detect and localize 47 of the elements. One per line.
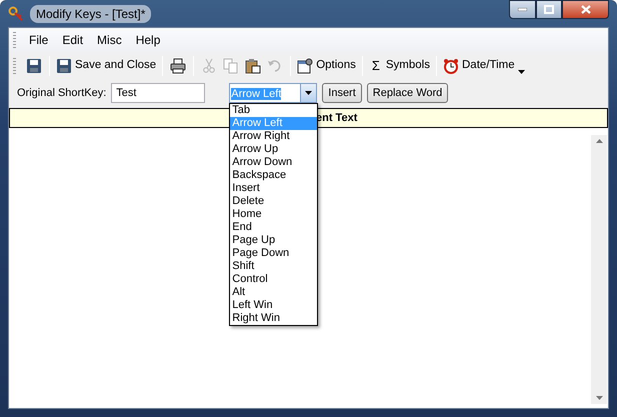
menu-item[interactable]: Misc (90, 30, 129, 50)
scrollbar-track[interactable] (591, 135, 607, 404)
alarm-clock-icon (443, 58, 459, 74)
dropdown-option[interactable]: Page Down (230, 247, 318, 260)
save-icon (56, 58, 72, 74)
dropdown-option[interactable]: Control (230, 273, 318, 286)
menu-item[interactable]: File (22, 30, 56, 50)
dropdown-option[interactable]: Tab (230, 104, 318, 117)
save-icon[interactable] (26, 58, 42, 74)
print-icon[interactable] (170, 58, 186, 74)
dropdown-arrow-icon[interactable] (305, 91, 312, 95)
dropdown-option[interactable]: Insert (230, 182, 318, 195)
dropdown-option[interactable]: Delete (230, 195, 318, 208)
toolbar-button[interactable]: Save and Close (55, 55, 158, 77)
keys-app-icon (8, 6, 24, 22)
action-button[interactable]: Replace Word (366, 83, 448, 103)
action-button[interactable]: Insert (322, 83, 362, 103)
caret-icon[interactable] (518, 70, 525, 74)
dropdown-option[interactable]: Arrow Right (230, 130, 318, 143)
scroll-up-arrow[interactable] (596, 139, 602, 143)
dropdown-option[interactable]: Page Up (230, 234, 318, 247)
dropdown-option[interactable]: Left Win (230, 299, 318, 312)
field-label: Original ShortKey: (17, 86, 106, 101)
dropdown-option[interactable]: Arrow Up (230, 143, 318, 156)
options-icon (297, 58, 314, 74)
minimize-icon (518, 8, 527, 11)
dropdown-option[interactable]: Alt (230, 286, 318, 299)
maximize-button[interactable] (536, 0, 562, 19)
menu-item[interactable]: Edit (55, 30, 90, 50)
menu-item[interactable]: Help (128, 30, 168, 50)
close-icon (580, 5, 590, 14)
dropdown-option[interactable]: Home (230, 208, 318, 221)
dropdown-option[interactable]: End (230, 221, 318, 234)
symbols-button[interactable]: Σ Symbols (368, 54, 431, 78)
window-title: Modify Keys - [Test]* (30, 4, 152, 22)
toolbar-button[interactable]: Options (296, 55, 357, 77)
scroll-down-arrow[interactable] (596, 396, 602, 400)
dropdown-option[interactable]: Backspace (230, 169, 318, 182)
dropdown-option[interactable]: Right Win (230, 312, 318, 325)
close-button[interactable] (562, 0, 609, 19)
dropdown-option[interactable]: Shift (230, 260, 318, 273)
dropdown-option[interactable]: Arrow Down (230, 156, 318, 169)
paste-icon[interactable] (245, 58, 262, 74)
toolbar-button[interactable]: Date/Time (442, 55, 516, 77)
maximize-icon (544, 5, 554, 14)
minimize-button[interactable] (509, 0, 536, 19)
shortkey-field[interactable]: Test (111, 83, 206, 103)
